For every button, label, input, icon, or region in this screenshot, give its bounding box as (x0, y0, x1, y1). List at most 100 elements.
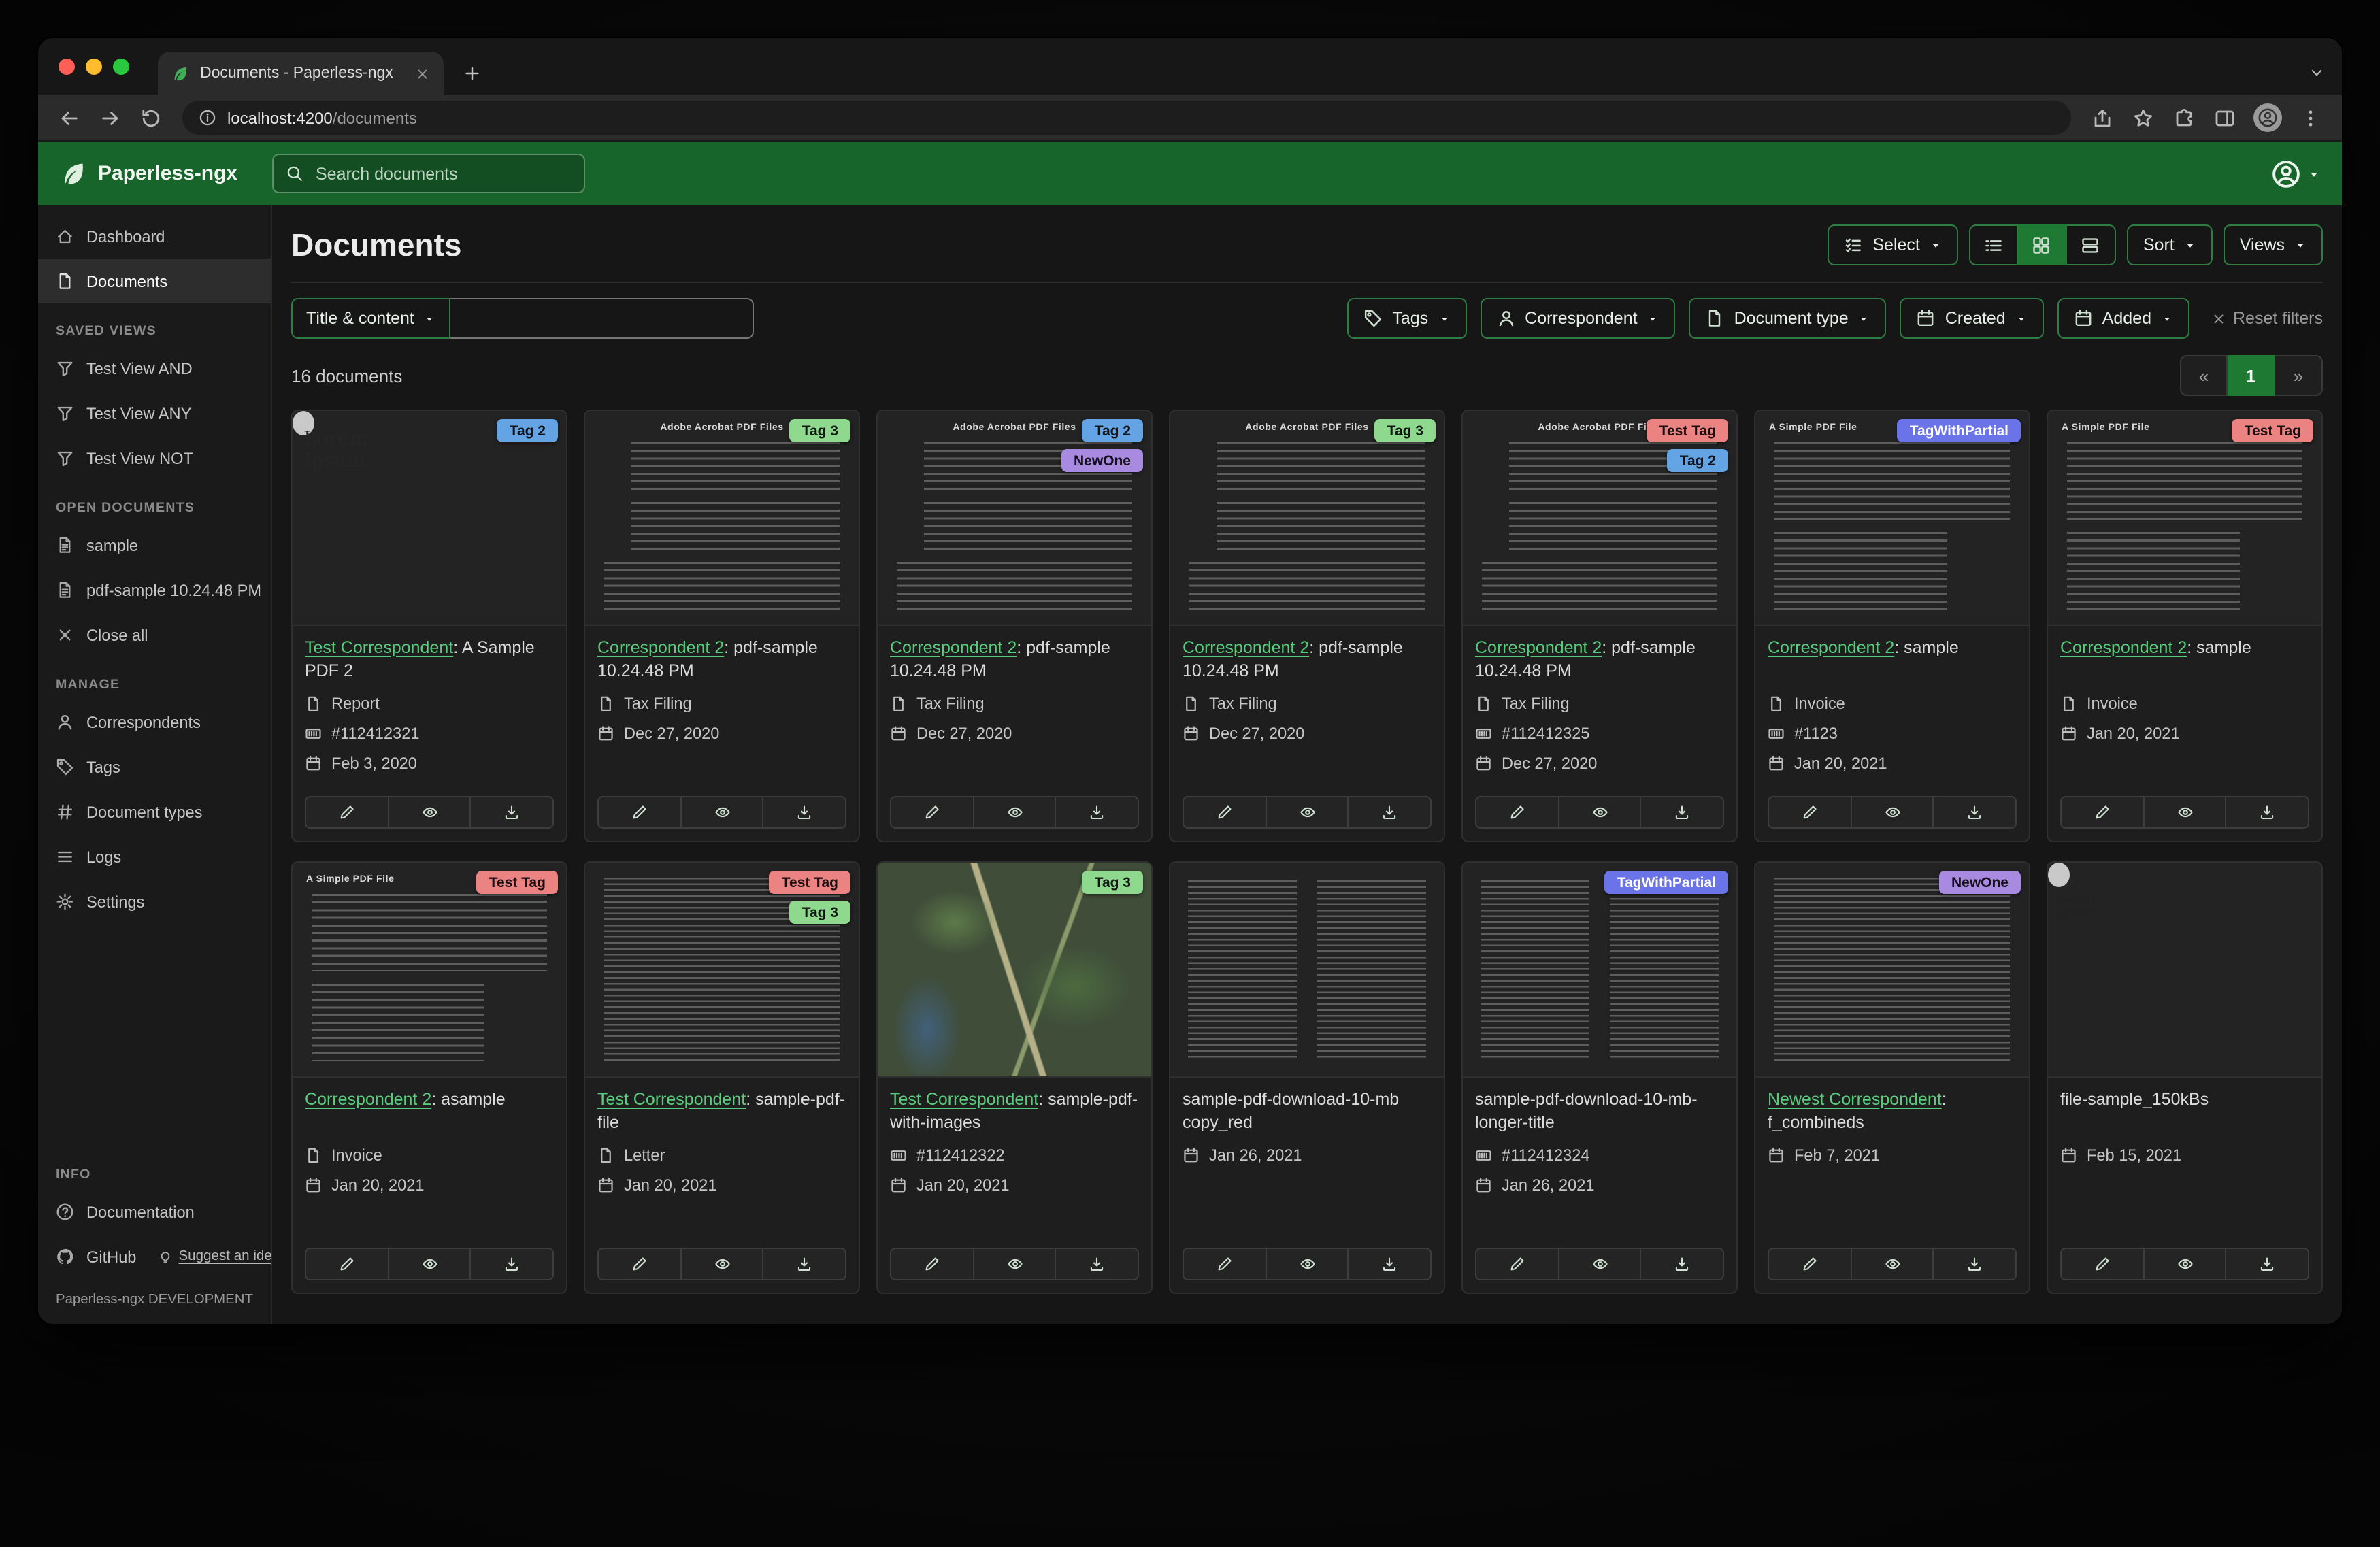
tag-chip[interactable]: NewOne (1939, 871, 2021, 894)
bookmark-star-icon[interactable] (2132, 107, 2154, 129)
select-button[interactable]: Select (1828, 224, 1958, 265)
document-thumbnail[interactable]: A Simple PDF FileTagWithPartial (1755, 411, 2029, 626)
url-bar[interactable]: localhost:4200/documents (182, 101, 2071, 135)
forward-icon[interactable] (99, 107, 121, 129)
tag-chip[interactable]: Tag 3 (790, 901, 850, 924)
sidebar-item-documentation[interactable]: Documentation (38, 1189, 271, 1234)
sidebar-item-logs[interactable]: Logs (38, 834, 271, 879)
edit-button[interactable] (1183, 796, 1266, 829)
download-button[interactable] (1057, 796, 1139, 829)
document-thumbnail[interactable]: NewOne (1755, 863, 2029, 1078)
tag-chip[interactable]: Tag 2 (1082, 419, 1143, 442)
side-panel-icon[interactable] (2214, 107, 2236, 129)
back-icon[interactable] (59, 107, 80, 129)
edit-button[interactable] (597, 796, 681, 829)
correspondent-link[interactable]: Newest Correspondent (1768, 1090, 1942, 1109)
correspondent-link[interactable]: Correspondent 2 (2060, 638, 2187, 657)
sidebar-item-pdf-sample-10-24-48-pm[interactable]: pdf-sample 10.24.48 PM (38, 567, 271, 612)
view-button[interactable] (1559, 1248, 1641, 1280)
new-tab-button[interactable] (463, 64, 482, 83)
edit-button[interactable] (1475, 796, 1559, 829)
sidebar-item-settings[interactable]: Settings (38, 879, 271, 924)
browser-menu-kebab-icon[interactable] (2300, 107, 2321, 129)
tag-chip[interactable]: Tag 3 (1082, 871, 1143, 894)
sidebar-item-github[interactable]: GitHubSuggest an idea (38, 1234, 271, 1279)
view-button[interactable] (2144, 1248, 2226, 1280)
view-button[interactable] (1851, 1248, 1934, 1280)
view-button[interactable] (974, 796, 1056, 829)
browser-profile-avatar[interactable] (2253, 103, 2282, 132)
download-button[interactable] (1642, 796, 1724, 829)
download-button[interactable] (764, 1248, 846, 1280)
zoom-window-button[interactable] (113, 59, 129, 75)
correspondent-link[interactable]: Test Correspondent (305, 638, 453, 657)
title-content-filter-input[interactable] (451, 298, 754, 339)
download-button[interactable] (1934, 796, 2017, 829)
view-details-button[interactable] (2067, 224, 2116, 265)
tab-list-chevron-icon[interactable] (2308, 64, 2326, 82)
document-thumbnail[interactable]: Adobe Acrobat PDF FilesTag 3 (1170, 411, 1444, 626)
edit-button[interactable] (890, 1248, 974, 1280)
download-button[interactable] (472, 1248, 554, 1280)
document-thumbnail[interactable]: A Simple PDF FileTest Tag (293, 863, 566, 1078)
correspondent-link[interactable]: Correspondent 2 (305, 1090, 431, 1109)
correspondent-link[interactable]: Correspondent 2 (1183, 638, 1309, 657)
correspondent-link[interactable]: Correspondent 2 (597, 638, 724, 657)
download-button[interactable] (1349, 1248, 1432, 1280)
view-button[interactable] (1559, 796, 1641, 829)
view-button[interactable] (1266, 1248, 1349, 1280)
tag-chip[interactable]: Test Tag (770, 871, 850, 894)
filter-document-type-button[interactable]: Document type (1689, 298, 1887, 339)
edit-button[interactable] (597, 1248, 681, 1280)
filter-correspondent-button[interactable]: Correspondent (1480, 298, 1675, 339)
document-thumbnail[interactable]: Adobe Acrobat PDF FilesTest TagTag 2 (1463, 411, 1736, 626)
view-button[interactable] (681, 1248, 763, 1280)
view-button[interactable] (389, 1248, 471, 1280)
document-thumbnail[interactable]: Lorem ipsum (2048, 863, 2321, 1078)
download-button[interactable] (2227, 796, 2309, 829)
view-grid-button[interactable] (2018, 224, 2067, 265)
download-button[interactable] (1934, 1248, 2017, 1280)
tag-chip[interactable]: Tag 3 (790, 419, 850, 442)
document-thumbnail[interactable]: Tag 3 (878, 863, 1151, 1078)
correspondent-link[interactable]: Correspondent 2 (1768, 638, 1894, 657)
edit-button[interactable] (890, 796, 974, 829)
views-button[interactable]: Views (2224, 224, 2323, 265)
sidebar-item-test-view-and[interactable]: Test View AND (38, 346, 271, 390)
tag-chip[interactable]: TagWithPartial (1605, 871, 1728, 894)
edit-button[interactable] (2060, 1248, 2144, 1280)
download-button[interactable] (472, 796, 554, 829)
sidebar-link-suggest-an-idea[interactable]: Suggest an idea (158, 1249, 271, 1264)
document-thumbnail[interactable]: Adobe Acrobat PDF FilesTag 3 (585, 411, 859, 626)
correspondent-link[interactable]: Test Correspondent (597, 1090, 746, 1109)
tab-close-icon[interactable] (415, 66, 430, 81)
view-button[interactable] (974, 1248, 1056, 1280)
filter-tags-button[interactable]: Tags (1347, 298, 1466, 339)
view-list-button[interactable] (1969, 224, 2018, 265)
document-thumbnail[interactable]: A Simple PDF FileTest Tag (2048, 411, 2321, 626)
document-thumbnail[interactable]: Lorem IpsumTag 2 (293, 411, 566, 626)
edit-button[interactable] (2060, 796, 2144, 829)
sidebar-item-sample[interactable]: sample (38, 522, 271, 567)
edit-button[interactable] (1768, 1248, 1851, 1280)
sidebar-item-documents[interactable]: Documents (38, 259, 271, 303)
sidebar-item-test-view-not[interactable]: Test View NOT (38, 435, 271, 480)
tag-chip[interactable]: TagWithPartial (1898, 419, 2021, 442)
tag-chip[interactable]: Tag 3 (1375, 419, 1436, 442)
filter-added-button[interactable]: Added (2057, 298, 2189, 339)
browser-tab[interactable]: Documents - Paperless-ngx (158, 52, 444, 95)
correspondent-link[interactable]: Test Correspondent (890, 1090, 1038, 1109)
document-thumbnail[interactable]: Test Tag Tag 3 (585, 863, 859, 1078)
download-button[interactable] (1642, 1248, 1724, 1280)
correspondent-link[interactable]: Correspondent 2 (1475, 638, 1602, 657)
download-button[interactable] (1057, 1248, 1139, 1280)
edit-button[interactable] (1183, 1248, 1266, 1280)
tag-chip[interactable]: NewOne (1061, 449, 1143, 472)
tag-chip[interactable]: Tag 2 (497, 419, 558, 442)
download-button[interactable] (1349, 796, 1432, 829)
extensions-puzzle-icon[interactable] (2173, 107, 2195, 129)
document-thumbnail[interactable]: TagWithPartial (1463, 863, 1736, 1078)
download-button[interactable] (764, 796, 846, 829)
tag-chip[interactable]: Test Tag (477, 871, 558, 894)
download-button[interactable] (2227, 1248, 2309, 1280)
